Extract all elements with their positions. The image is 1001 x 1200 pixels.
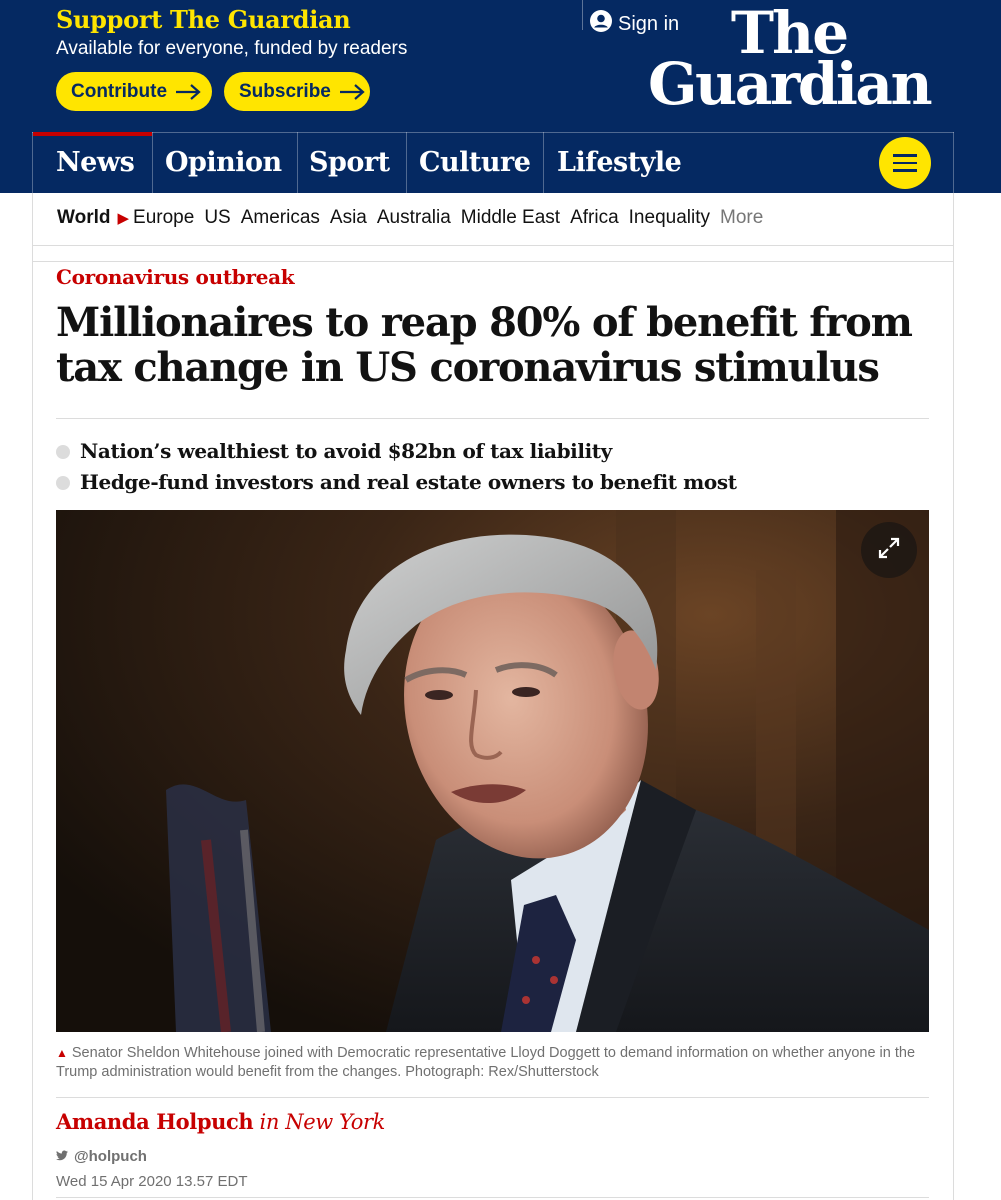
pillar-culture[interactable]: Culture <box>406 132 543 193</box>
meta-divider <box>56 1197 929 1198</box>
author-name-link[interactable]: Amanda Holpuch <box>56 1109 254 1134</box>
caption-triangle-icon: ▲ <box>56 1046 68 1060</box>
subnav-links: World ▶ Europe US Americas Asia Australi… <box>57 207 773 229</box>
arrow-right-icon <box>175 83 201 100</box>
article-main-photo[interactable] <box>56 510 929 1032</box>
contribute-label: Contribute <box>71 80 168 102</box>
subnav-item-africa[interactable]: Africa <box>570 207 619 229</box>
logo-line-2: Guardian <box>648 50 933 119</box>
standfirst-item: Nation’s wealthiest to avoid $82bn of ta… <box>56 436 929 467</box>
subnav-more-link[interactable]: More <box>720 207 763 229</box>
arrow-right-icon <box>339 83 365 100</box>
site-header: Support The Guardian Available for every… <box>0 0 1001 193</box>
caret-right-icon: ▶ <box>117 210 130 227</box>
menu-button[interactable] <box>879 137 931 189</box>
contribute-button[interactable]: Contribute <box>56 72 212 111</box>
headline-divider <box>56 418 929 419</box>
standfirst-item: Hedge-fund investors and real estate own… <box>56 467 929 498</box>
pillar-news[interactable]: News <box>32 132 152 193</box>
article-headline: Millionaires to reap 80% of benefit from… <box>56 299 913 391</box>
subnav-current-section[interactable]: World <box>57 207 110 229</box>
pillar-lifestyle[interactable]: Lifestyle <box>543 132 683 193</box>
pillar-nav: News Opinion Sport Culture Lifestyle <box>32 132 683 193</box>
author-location: in New York <box>259 1110 386 1134</box>
user-icon <box>590 10 618 38</box>
guardian-logo[interactable]: The Guardian <box>648 4 933 119</box>
author-twitter-link[interactable]: @holpuch <box>56 1148 147 1165</box>
article-standfirst: Nation’s wealthiest to avoid $82bn of ta… <box>56 436 929 498</box>
support-subtitle: Available for everyone, funded by reader… <box>56 38 408 59</box>
menu-icon-bar <box>893 154 917 157</box>
subnav-item-inequality[interactable]: Inequality <box>629 207 710 229</box>
sub-navigation: World ▶ Europe US Americas Asia Australi… <box>32 193 954 261</box>
support-title: Support The Guardian <box>56 5 351 34</box>
publish-date: Wed 15 Apr 2020 13.57 EDT <box>56 1173 248 1190</box>
subnav-item-us[interactable]: US <box>204 207 230 229</box>
expand-icon <box>876 535 902 566</box>
article-kicker[interactable]: Coronavirus outbreak <box>56 265 295 289</box>
photo-caption: ▲ Senator Sheldon Whitehouse joined with … <box>56 1044 929 1082</box>
pillar-sport[interactable]: Sport <box>297 132 406 193</box>
byline-divider <box>56 1097 929 1098</box>
subnav-item-middle-east[interactable]: Middle East <box>461 207 560 229</box>
subnav-item-europe[interactable]: Europe <box>133 207 194 229</box>
subnav-item-australia[interactable]: Australia <box>377 207 451 229</box>
article-byline: Amanda Holpuch in New York <box>56 1109 385 1134</box>
menu-icon-bar <box>893 169 917 172</box>
subscribe-button[interactable]: Subscribe <box>224 72 370 111</box>
subnav-item-americas[interactable]: Americas <box>241 207 320 229</box>
header-divider <box>582 0 583 30</box>
caption-text: Senator Sheldon Whitehouse joined with D… <box>56 1045 916 1080</box>
subnav-item-asia[interactable]: Asia <box>330 207 367 229</box>
twitter-handle: @holpuch <box>74 1148 147 1165</box>
menu-icon-bar <box>893 161 917 165</box>
senator-portrait-image <box>56 510 929 1032</box>
pillars-right-border <box>953 132 954 193</box>
expand-image-button[interactable] <box>861 522 917 578</box>
pillar-opinion[interactable]: Opinion <box>152 132 297 193</box>
twitter-icon <box>56 1148 74 1165</box>
subnav-divider <box>32 245 954 246</box>
subscribe-label: Subscribe <box>239 80 331 102</box>
